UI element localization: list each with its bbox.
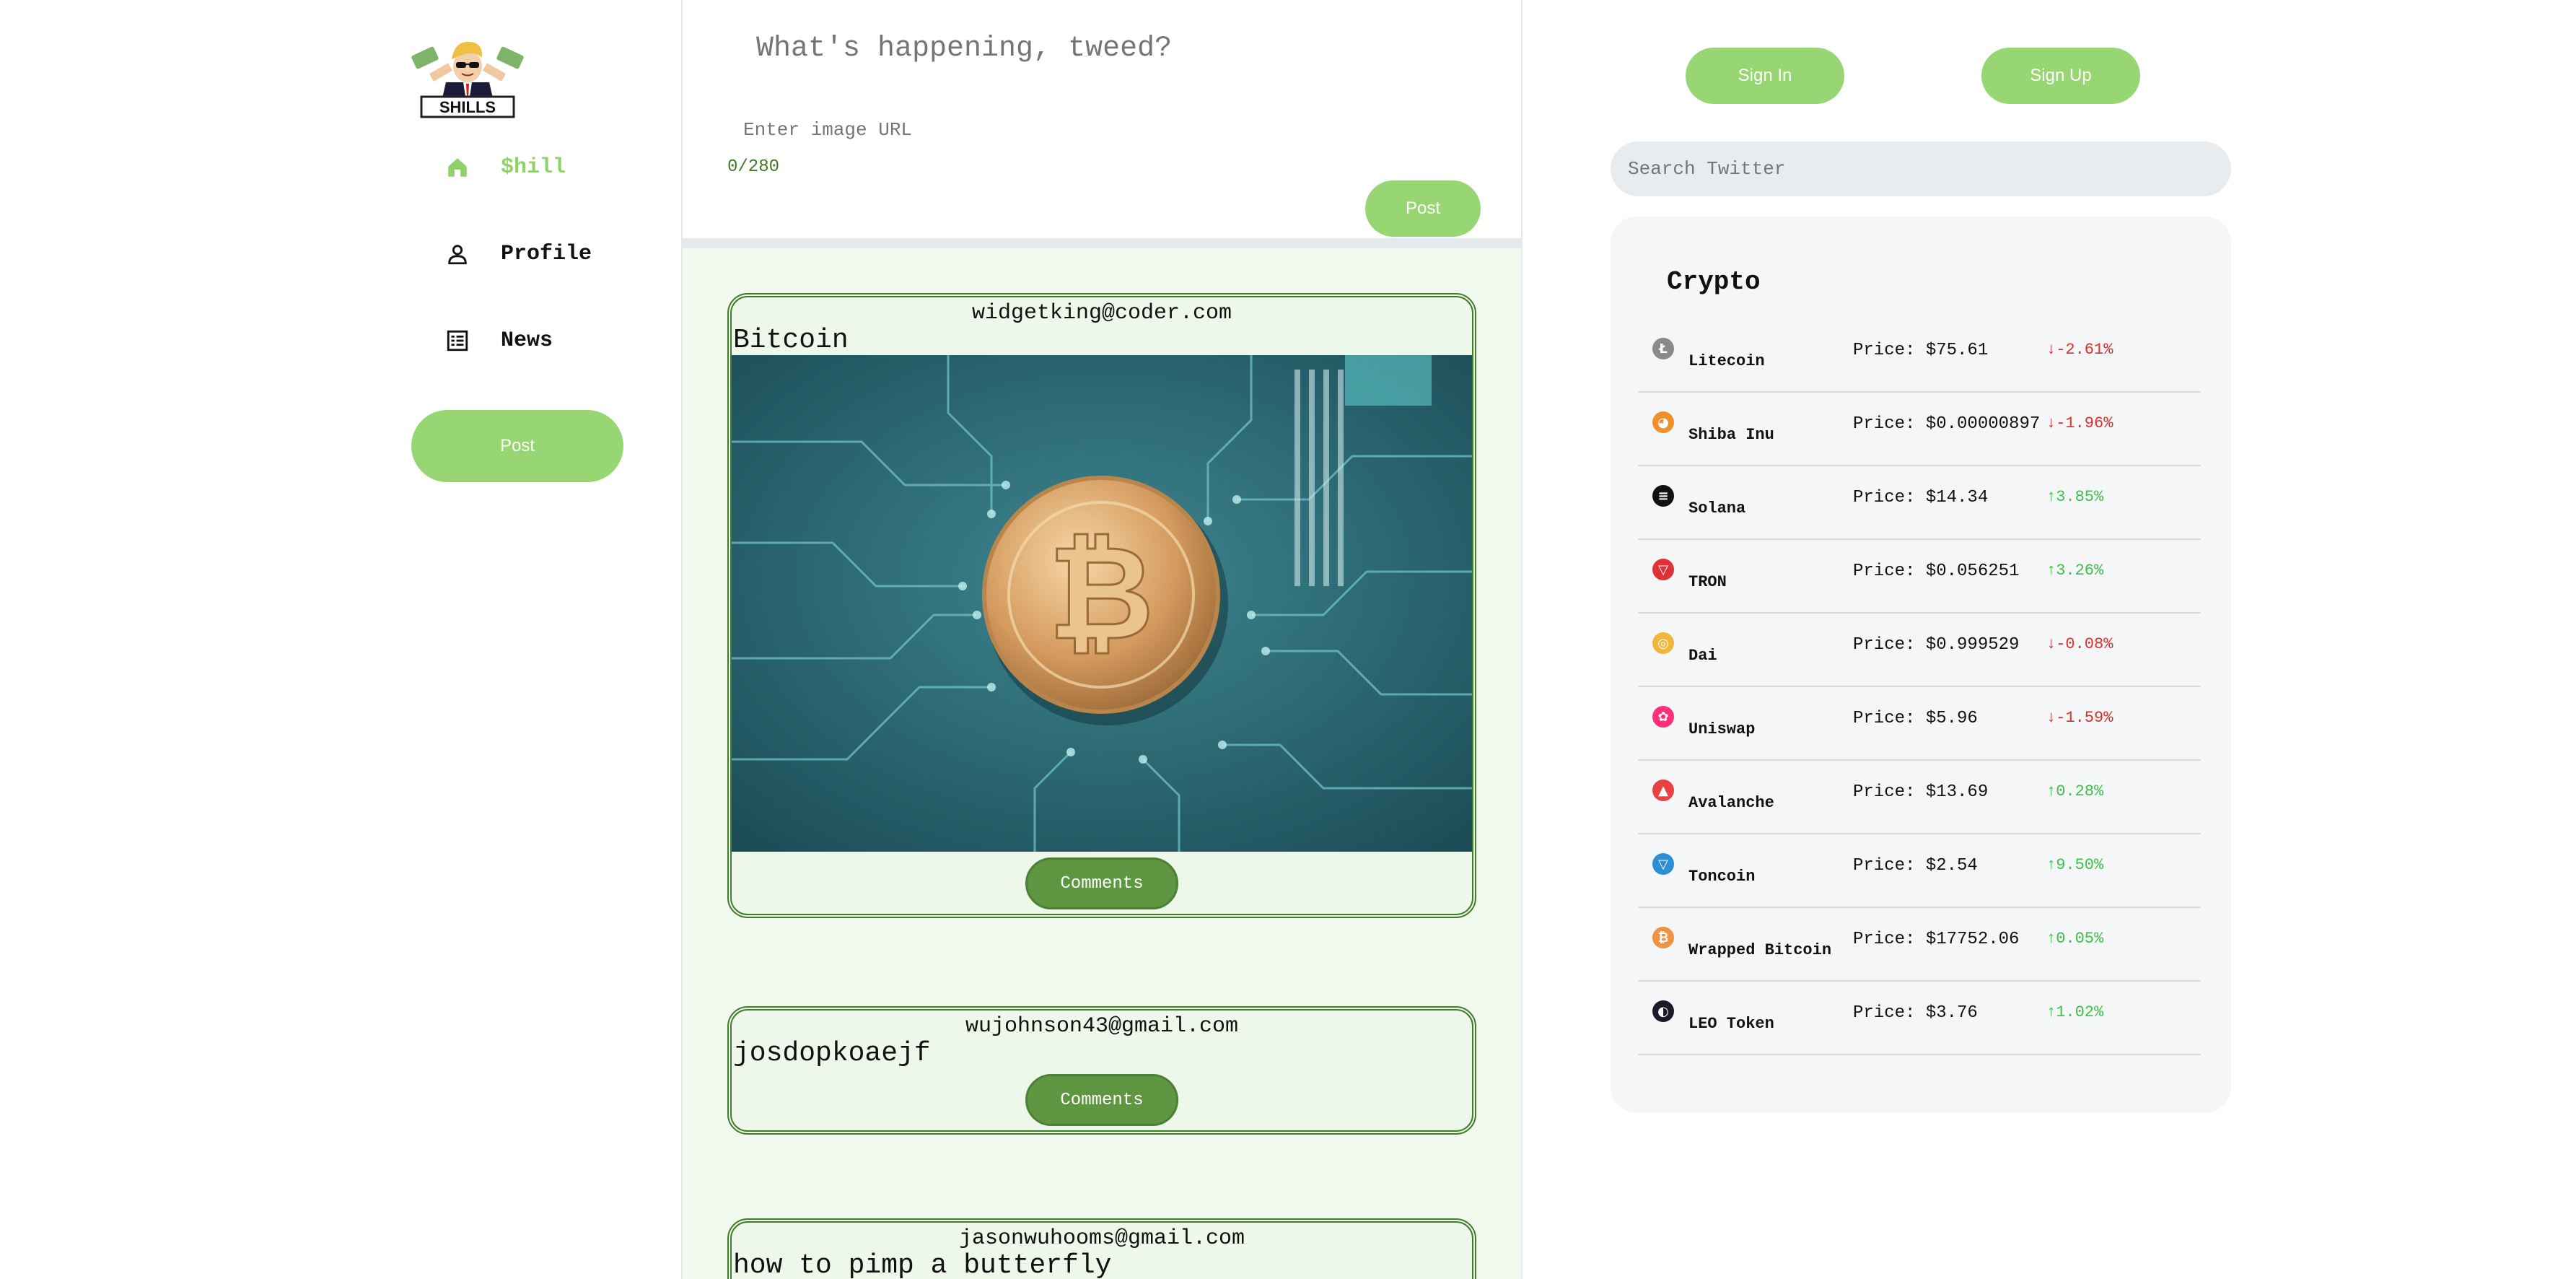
crypto-change: ↑1.02% (2046, 1003, 2104, 1021)
char-counter: 0/280 (727, 157, 780, 177)
right-column: Sign In Sign Up Crypto Ł Litecoin Price: $… (1523, 0, 2576, 1279)
crypto-price: Price: $17752.06 (1853, 930, 2020, 949)
comments-button[interactable]: Comments (1025, 857, 1178, 909)
center-column: 0/280 Post widgetking@coder.com Bitcoin (681, 0, 1523, 1279)
crypto-change: ↓-0.08% (2046, 635, 2113, 653)
crypto-row-shiba-inu[interactable]: ◕ Shiba Inu Price: $0.00000897 ↓-1.96% (1638, 393, 2201, 466)
crypto-price: Price: $75.61 (1853, 341, 1989, 360)
crypto-row-wrapped-bitcoin[interactable]: ₿ Wrapped Bitcoin Price: $17752.06 ↑0.05% (1638, 908, 2201, 982)
crypto-change: ↑0.28% (2046, 782, 2104, 800)
nav-item-shill[interactable]: $hill (443, 146, 566, 189)
litecoin-icon: Ł (1652, 338, 1674, 359)
crypto-row-leo-token[interactable]: ◐ LEO Token Price: $3.76 ↑1.02% (1638, 982, 2201, 1055)
crypto-row-dai[interactable]: ◎ Dai Price: $0.999529 ↓-0.08% (1638, 614, 2201, 687)
crypto-name: Toncoin (1688, 868, 1756, 886)
nav-label-profile: Profile (501, 242, 592, 266)
toncoin-icon: ▽ (1652, 853, 1674, 875)
nav-label-news: News (501, 328, 553, 353)
wrapped-bitcoin-icon: ₿ (1652, 927, 1674, 948)
person-icon (443, 240, 472, 269)
composer-post-button[interactable]: Post (1365, 180, 1481, 237)
crypto-row-litecoin[interactable]: Ł Litecoin Price: $75.61 ↓-2.61% (1638, 319, 2201, 393)
crypto-change: ↓-1.96% (2046, 414, 2113, 432)
avalanche-icon: ▲ (1652, 780, 1674, 801)
crypto-name: Dai (1688, 647, 1717, 665)
crypto-price: Price: $2.54 (1853, 856, 1978, 876)
post-title: Bitcoin (733, 325, 849, 356)
solana-icon: ≡ (1652, 485, 1674, 507)
crypto-change: ↑9.50% (2046, 856, 2104, 874)
crypto-price: Price: $0.999529 (1853, 635, 2020, 655)
crypto-row-uniswap[interactable]: ✿ Uniswap Price: $5.96 ↓-1.59% (1638, 687, 2201, 761)
crypto-name: Avalanche (1688, 794, 1774, 812)
post-author: widgetking@coder.com (971, 301, 1232, 326)
crypto-list: Ł Litecoin Price: $75.61 ↓-2.61% ◕ Shiba Inu P… (1638, 319, 2201, 1055)
crypto-name: Uniswap (1688, 720, 1756, 738)
crypto-price: Price: $0.056251 (1853, 562, 2020, 581)
logo-text: SHILLS (439, 98, 496, 116)
crypto-change: ↑3.85% (2046, 488, 2104, 506)
composer-divider (683, 238, 1521, 248)
tweet-input[interactable] (755, 32, 1407, 66)
shills-logo[interactable]: SHILLS (411, 26, 524, 118)
post-author: jasonwuhooms@gmail.com (958, 1226, 1245, 1251)
tron-icon: ▽ (1652, 559, 1674, 580)
leo-token-icon: ◐ (1652, 1000, 1674, 1022)
crypto-name: Wrapped Bitcoin (1688, 941, 1832, 959)
post-card: widgetking@coder.com Bitcoin ₿ Comments (727, 293, 1476, 918)
post-author: wujohnson43@gmail.com (965, 1014, 1239, 1039)
feed: widgetking@coder.com Bitcoin ₿ Comments … (683, 248, 1521, 1279)
post-card: jasonwuhooms@gmail.com how to pimp a but… (727, 1218, 1476, 1279)
sign-in-button[interactable]: Sign In (1686, 48, 1844, 104)
crypto-name: LEO Token (1688, 1015, 1774, 1033)
uniswap-icon: ✿ (1652, 706, 1674, 728)
dai-icon: ◎ (1652, 632, 1674, 654)
crypto-change: ↑0.05% (2046, 930, 2104, 948)
crypto-panel: Crypto Ł Litecoin Price: $75.61 ↓-2.61% ◕ Shi… (1611, 217, 2231, 1113)
crypto-price: Price: $0.00000897 (1853, 414, 2041, 434)
crypto-change: ↓-1.59% (2046, 709, 2113, 727)
tweet-composer: 0/280 Post (683, 0, 1521, 238)
post-title: how to pimp a butterfly (733, 1250, 1112, 1279)
crypto-price: Price: $14.34 (1853, 488, 1989, 507)
crypto-row-toncoin[interactable]: ▽ Toncoin Price: $2.54 ↑9.50% (1638, 834, 2201, 908)
crypto-name: Shiba Inu (1688, 426, 1774, 444)
news-icon (443, 326, 472, 355)
crypto-price: Price: $5.96 (1853, 709, 1978, 728)
crypto-name: Solana (1688, 499, 1746, 518)
crypto-change: ↑3.26% (2046, 562, 2104, 580)
crypto-row-avalanche[interactable]: ▲ Avalanche Price: $13.69 ↑0.28% (1638, 761, 2201, 834)
post-card: wujohnson43@gmail.com josdopkoaejf Comme… (727, 1006, 1476, 1135)
sign-up-button[interactable]: Sign Up (1981, 48, 2140, 104)
crypto-name: TRON (1688, 573, 1727, 591)
crypto-price: Price: $13.69 (1853, 782, 1989, 802)
home-icon (443, 153, 472, 182)
shiba-inu-icon: ◕ (1652, 411, 1674, 433)
crypto-name: Litecoin (1688, 352, 1765, 370)
crypto-title: Crypto (1667, 267, 1761, 297)
nav-item-profile[interactable]: Profile (443, 232, 592, 276)
image-url-input[interactable] (742, 118, 1178, 141)
comments-button[interactable]: Comments (1025, 1074, 1178, 1126)
logo-image: SHILLS (411, 41, 524, 118)
crypto-change: ↓-2.61% (2046, 341, 2113, 359)
crypto-row-tron[interactable]: ▽ TRON Price: $0.056251 ↑3.26% (1638, 540, 2201, 614)
nav-item-news[interactable]: News (443, 319, 553, 362)
post-title: josdopkoaejf (733, 1038, 931, 1069)
search-input[interactable] (1611, 141, 2231, 196)
left-sidebar: SHILLS $hill Profile News Post (411, 0, 681, 1279)
crypto-price: Price: $3.76 (1853, 1003, 1978, 1023)
sidebar-post-button[interactable]: Post (411, 410, 623, 482)
nav-label-shill: $hill (501, 155, 566, 180)
svg-text:₿: ₿ (1048, 518, 1155, 669)
crypto-row-solana[interactable]: ≡ Solana Price: $14.34 ↑3.85% (1638, 466, 2201, 540)
post-image-bitcoin: ₿ (732, 355, 1472, 852)
